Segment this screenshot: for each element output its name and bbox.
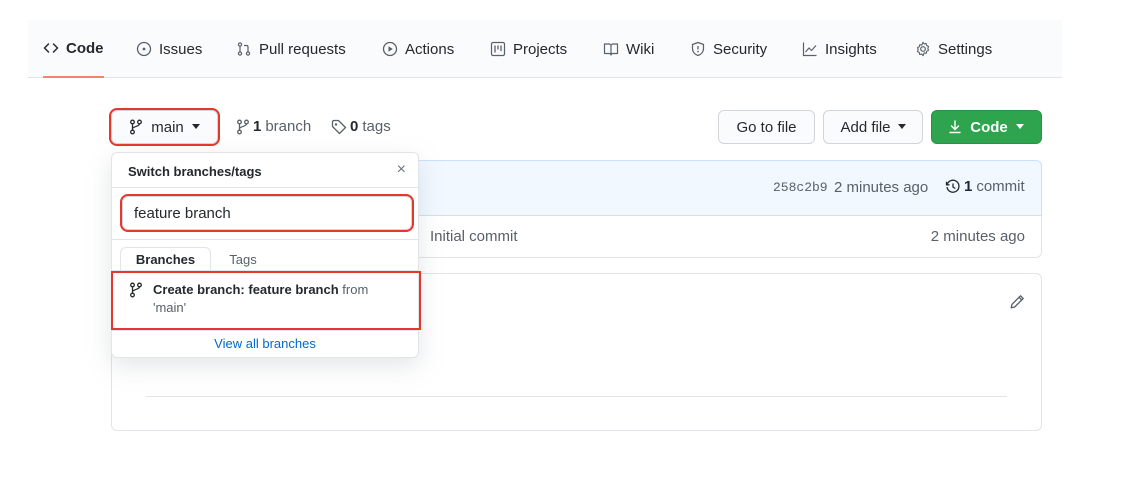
tab-code[interactable]: Code — [43, 20, 104, 78]
graph-icon — [802, 41, 818, 57]
divider — [112, 187, 418, 188]
tab-actions[interactable]: Actions — [382, 20, 454, 78]
tag-word: tags — [362, 118, 391, 135]
tab-branches[interactable]: Branches — [120, 247, 211, 271]
tab-pull-requests[interactable]: Pull requests — [236, 20, 346, 78]
git-branch-icon — [236, 119, 250, 135]
tab-issues[interactable]: Issues — [136, 20, 202, 78]
tab-label: Settings — [938, 40, 993, 58]
download-icon — [949, 120, 961, 134]
commit-count: 1 — [964, 178, 973, 195]
tab-label: Insights — [825, 40, 877, 58]
tab-label: Code — [66, 39, 104, 57]
gear-icon — [915, 41, 931, 57]
tag-icon — [331, 119, 347, 135]
branch-name: main — [151, 118, 184, 136]
git-branch-icon — [129, 119, 143, 135]
add-file-button[interactable]: Add file — [823, 110, 923, 144]
dropdown-tabs: Branches Tags — [112, 247, 418, 271]
divider — [112, 239, 418, 240]
view-all-branches-link[interactable]: View all branches — [112, 336, 418, 351]
dropdown-title: Switch branches/tags — [128, 164, 262, 179]
branch-count: 1 — [253, 118, 262, 135]
commit-word: commit — [976, 178, 1025, 195]
branches-link[interactable]: 1 branch — [236, 118, 311, 135]
tab-settings[interactable]: Settings — [915, 20, 992, 78]
pencil-icon[interactable] — [1009, 294, 1025, 315]
divider — [112, 270, 418, 271]
go-to-file-button[interactable]: Go to file — [718, 110, 815, 144]
create-branch-item[interactable]: Create branch: feature branch from 'main… — [111, 271, 421, 330]
repo-nav: Code Issues Pull requests Actions Projec… — [28, 20, 1062, 78]
branch-word: branch — [265, 118, 312, 135]
code-download-button[interactable]: Code — [931, 110, 1042, 144]
commit-time: 2 minutes ago — [834, 179, 929, 196]
commits-link[interactable]: 1 commit — [945, 178, 1025, 195]
tab-label: Pull requests — [259, 40, 346, 58]
create-source-branch: 'main' — [153, 300, 187, 315]
play-icon — [382, 41, 398, 57]
commit-sha[interactable]: 258c2b9 — [773, 180, 828, 195]
git-pull-request-icon — [236, 41, 252, 57]
tags-link[interactable]: 0 tags — [331, 118, 391, 135]
divider — [112, 330, 418, 331]
tab-label: Projects — [513, 40, 568, 58]
book-icon — [603, 41, 619, 57]
go-to-file-label: Go to file — [736, 118, 797, 136]
chevron-down-icon — [897, 124, 906, 130]
tab-label: Issues — [159, 40, 203, 58]
tab-label: Actions — [405, 40, 455, 58]
branch-select-button[interactable]: main — [109, 108, 220, 146]
chevron-down-icon — [191, 124, 200, 130]
git-branch-icon — [129, 282, 143, 303]
issue-opened-icon — [136, 41, 152, 57]
tab-label: Security — [713, 40, 768, 58]
branch-filter-input[interactable] — [120, 194, 414, 232]
code-icon — [43, 40, 59, 56]
row-commit-time: 2 minutes ago — [930, 228, 1025, 245]
tab-wiki[interactable]: Wiki — [603, 20, 654, 78]
tab-security[interactable]: Security — [690, 20, 767, 78]
close-icon[interactable]: × — [397, 161, 406, 179]
create-branch-label: Create branch: feature branch — [153, 282, 339, 297]
divider — [146, 396, 1007, 397]
row-commit-message[interactable]: Initial commit — [430, 228, 518, 245]
add-file-label: Add file — [840, 118, 891, 136]
chevron-down-icon — [1015, 124, 1024, 130]
code-label: Code — [970, 118, 1008, 136]
tab-insights[interactable]: Insights — [802, 20, 877, 78]
tab-tags[interactable]: Tags — [223, 247, 263, 271]
branch-switcher-dropdown: Switch branches/tags × Branches Tags Cre… — [111, 152, 421, 358]
tab-label: Wiki — [626, 40, 655, 58]
shield-icon — [690, 41, 706, 57]
project-icon — [490, 41, 506, 57]
tag-count: 0 — [350, 118, 359, 135]
create-from-word: from — [342, 282, 369, 297]
tab-projects[interactable]: Projects — [490, 20, 567, 78]
history-icon — [945, 179, 961, 195]
